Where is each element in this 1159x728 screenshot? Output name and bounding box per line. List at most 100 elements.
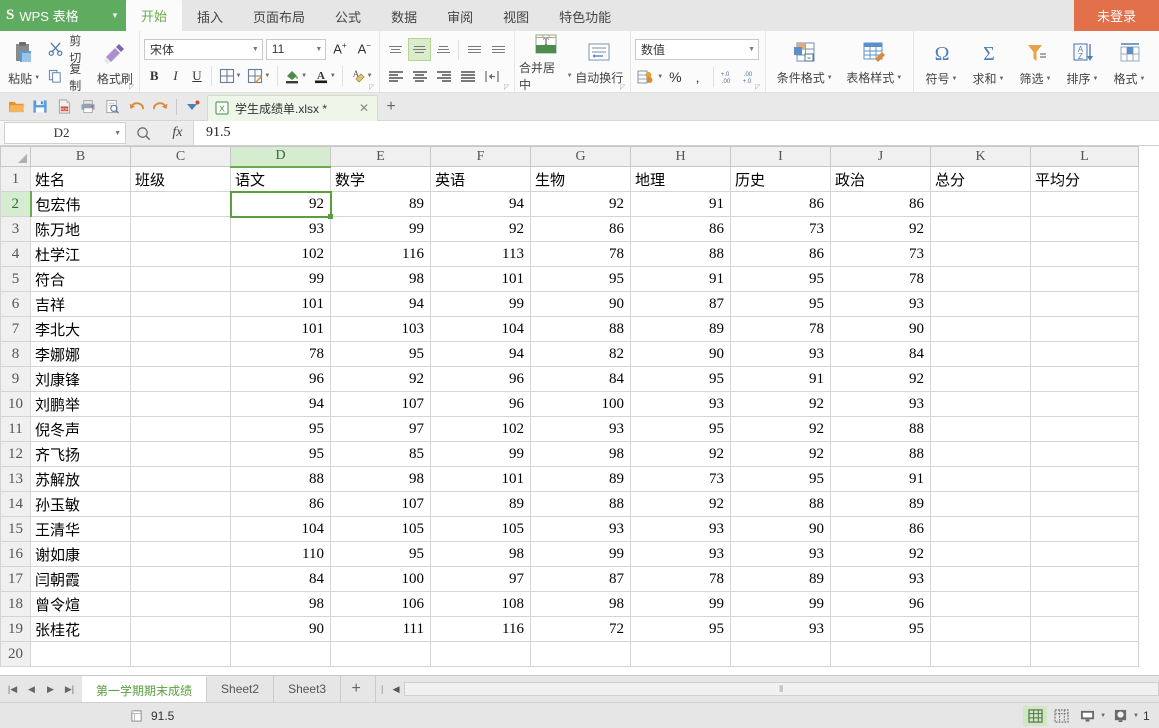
format-button[interactable]: 格式 ▼ [1106,33,1153,92]
cell-B5[interactable]: 符合 [30,266,131,292]
cell-E16[interactable]: 95 [330,541,431,567]
paste-chevron-down-icon[interactable]: ▼ [34,75,40,81]
cell-F14[interactable]: 89 [430,491,531,517]
cell-D4[interactable]: 102 [230,241,331,267]
redo-button[interactable] [148,95,172,119]
cell-H5[interactable]: 91 [630,266,731,292]
sum-chevron-down-icon[interactable]: ▼ [999,76,1005,82]
cell-D2[interactable]: 92 [230,191,331,217]
cell-E3[interactable]: 99 [330,216,431,242]
cell-I1[interactable]: 历史 [730,166,831,192]
cell-G5[interactable]: 95 [530,266,631,292]
cell-B14[interactable]: 孙玉敏 [30,491,131,517]
sheet-tab-sheet3[interactable]: Sheet3 [274,676,342,702]
row-header-7[interactable]: 7 [0,316,31,342]
fill-color-chevron-down-icon[interactable]: ▼ [301,73,307,79]
horizontal-scrollbar-thumb[interactable]: ⦀ [404,682,1159,696]
cell-K16[interactable] [930,541,1031,567]
cell-E12[interactable]: 85 [330,441,431,467]
symbol-chevron-down-icon[interactable]: ▼ [952,76,958,82]
row-header-6[interactable]: 6 [0,291,31,317]
increase-decimal-button[interactable]: +.0 .00 [719,66,739,88]
row-header-18[interactable]: 18 [0,591,31,617]
cell-H8[interactable]: 90 [630,341,731,367]
borders-chevron-down-icon[interactable]: ▼ [236,73,242,79]
login-button[interactable]: 未登录 [1074,0,1159,31]
split-handle[interactable]: | [376,684,388,694]
cell-K20[interactable] [930,641,1031,667]
next-sheet-icon[interactable]: ▶ [42,684,59,695]
cell-E14[interactable]: 107 [330,491,431,517]
name-box[interactable]: D2 ▼ [4,122,126,144]
fx-icon[interactable]: fx [172,125,182,141]
cell-G9[interactable]: 84 [530,366,631,392]
cell-D3[interactable]: 93 [230,216,331,242]
cell-F17[interactable]: 97 [430,566,531,592]
filter-button[interactable]: 筛选 ▼ [1012,33,1059,92]
cell-J18[interactable]: 96 [830,591,931,617]
table-style-chevron-down-icon[interactable]: ▼ [896,75,902,81]
cell-L16[interactable] [1030,541,1139,567]
cell-B11[interactable]: 倪冬声 [30,416,131,442]
cell-B10[interactable]: 刘鹏举 [30,391,131,417]
cell-G3[interactable]: 86 [530,216,631,242]
merge-center-button[interactable]: T 合并居中 ▼ [519,33,573,92]
currency-format-chevron-down-icon[interactable]: ▼ [657,74,663,80]
cell-E5[interactable]: 98 [330,266,431,292]
cell-H13[interactable]: 73 [630,466,731,492]
cell-K7[interactable] [930,316,1031,342]
cell-K12[interactable] [930,441,1031,467]
comma-format-button[interactable]: ‚ [687,66,707,88]
cell-F7[interactable]: 104 [430,316,531,342]
cell-G2[interactable]: 92 [530,191,631,217]
cell-L4[interactable] [1030,241,1139,267]
cell-H10[interactable]: 93 [630,391,731,417]
cell-J17[interactable]: 93 [830,566,931,592]
cell-G19[interactable]: 72 [530,616,631,642]
cell-L5[interactable] [1030,266,1139,292]
cell-J8[interactable]: 84 [830,341,931,367]
cell-G16[interactable]: 99 [530,541,631,567]
app-menu-chevron-down-icon[interactable]: ▼ [104,0,126,31]
menu-tab-data[interactable]: 数据 [376,5,432,31]
row-header-9[interactable]: 9 [0,366,31,392]
cell-G15[interactable]: 93 [530,516,631,542]
alignment-dialog-launcher-icon[interactable]: ◸ [504,84,512,92]
cell-G10[interactable]: 100 [530,391,631,417]
cell-style-button[interactable]: ▼ [245,68,273,84]
paste-button[interactable]: 粘贴 ▼ [4,33,44,92]
cell-I7[interactable]: 78 [730,316,831,342]
cell-L19[interactable] [1030,616,1139,642]
cell-K11[interactable] [930,416,1031,442]
cell-C16[interactable] [130,541,231,567]
cell-J6[interactable]: 93 [830,291,931,317]
cell-G13[interactable]: 89 [530,466,631,492]
column-header-L[interactable]: L [1030,146,1139,167]
cell-G14[interactable]: 88 [530,491,631,517]
cell-E18[interactable]: 106 [330,591,431,617]
cell-F20[interactable] [430,641,531,667]
number-dialog-launcher-icon[interactable]: ◸ [755,84,763,92]
cell-I20[interactable] [730,641,831,667]
cell-F16[interactable]: 98 [430,541,531,567]
align-top-button[interactable] [384,38,407,61]
cell-H3[interactable]: 86 [630,216,731,242]
cell-J13[interactable]: 91 [830,466,931,492]
cell-J12[interactable]: 88 [830,441,931,467]
cell-K14[interactable] [930,491,1031,517]
font-color-chevron-down-icon[interactable]: ▼ [330,73,336,79]
cell-K13[interactable] [930,466,1031,492]
cell-G20[interactable] [530,641,631,667]
increase-font-size-button[interactable]: A+ [329,41,350,56]
cell-L18[interactable] [1030,591,1139,617]
spreadsheet-grid[interactable]: B C D E F G H I J K L 1 姓名 班级 语文 数学 英语 生… [0,146,1159,675]
cell-B12[interactable]: 齐飞扬 [30,441,131,467]
cell-H2[interactable]: 91 [630,191,731,217]
cell-L9[interactable] [1030,366,1139,392]
cell-K4[interactable] [930,241,1031,267]
cell-H11[interactable]: 95 [630,416,731,442]
cell-F18[interactable]: 108 [430,591,531,617]
format-chevron-down-icon[interactable]: ▼ [1140,76,1146,82]
menu-tab-special-features[interactable]: 特色功能 [544,5,626,31]
cell-K10[interactable] [930,391,1031,417]
